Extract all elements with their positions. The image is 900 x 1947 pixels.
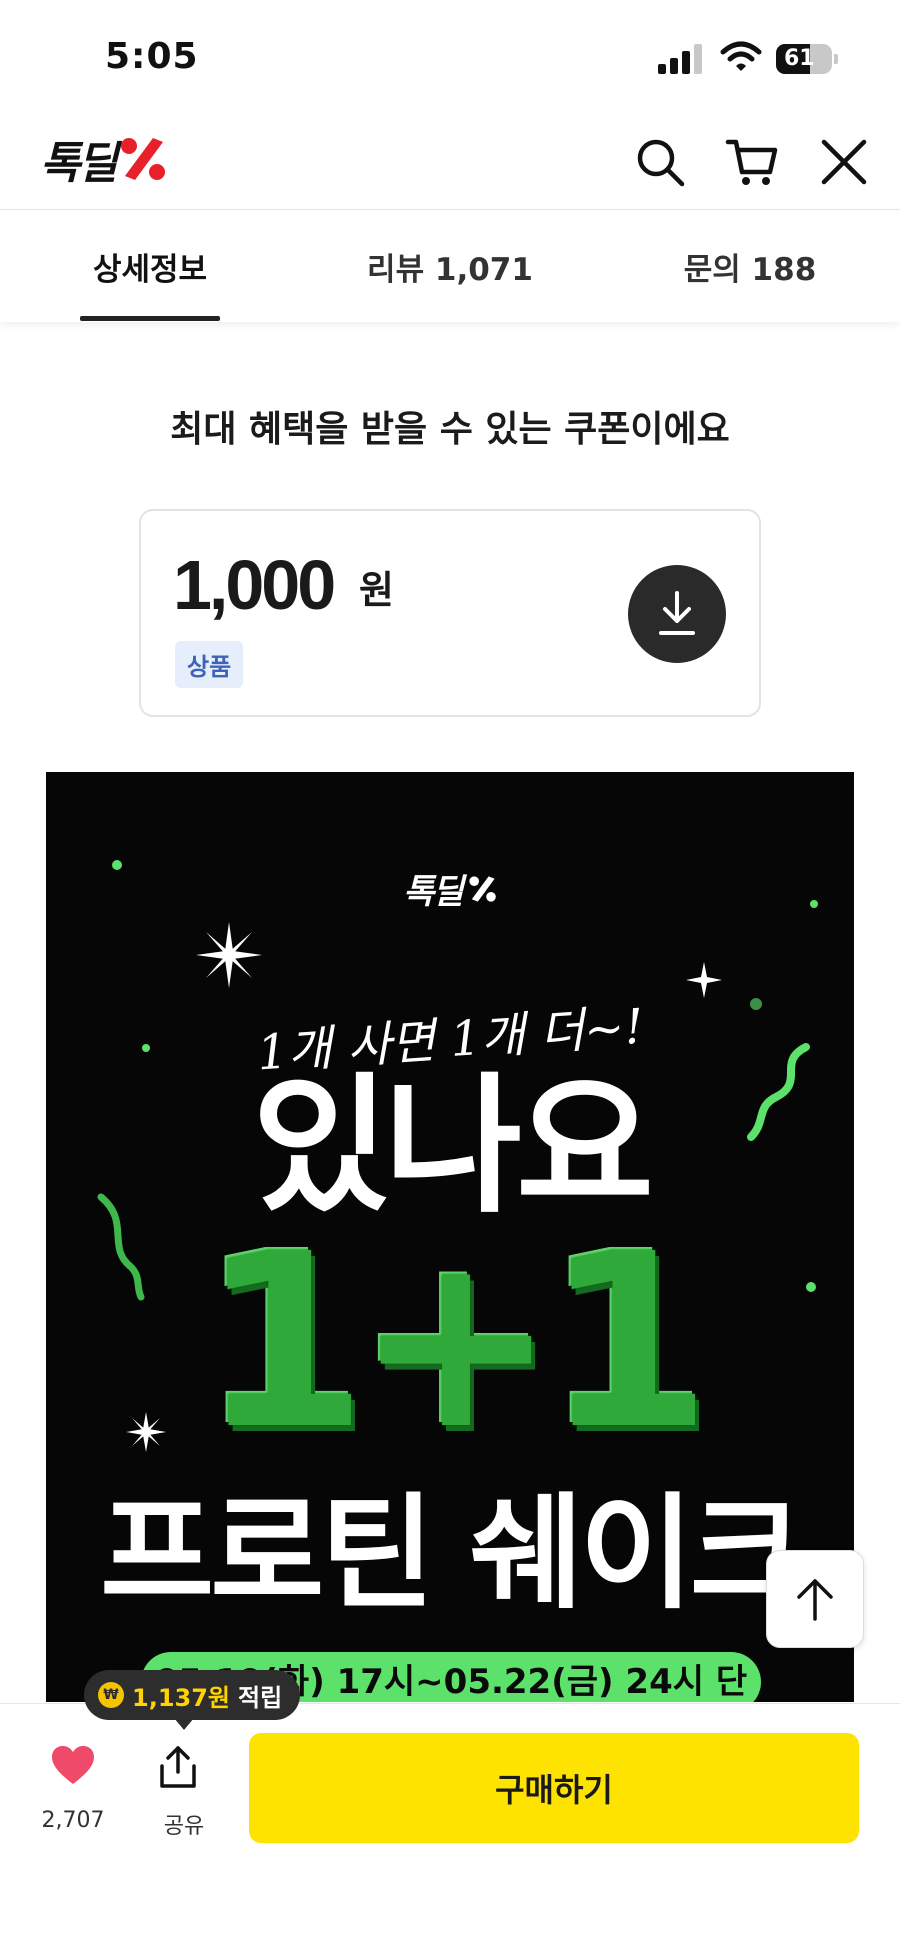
won-coin-icon: ₩ — [98, 1682, 124, 1708]
share-button[interactable] — [156, 1744, 212, 1794]
close-icon[interactable] — [816, 134, 872, 190]
cart-icon[interactable] — [724, 134, 780, 190]
percent-logo-icon — [469, 876, 496, 902]
share-label: 공유 — [163, 1814, 205, 1839]
coupon-download-button[interactable] — [628, 565, 726, 663]
buy-button[interactable]: 구매하기 — [249, 1733, 859, 1843]
promo-logo-text: 톡딜 — [403, 872, 464, 912]
promo-one-plus-one: 1+1 — [200, 1202, 711, 1482]
status-bar: 5:05 61 — [0, 0, 900, 110]
percent-logo-icon — [120, 138, 165, 180]
scroll-top-button[interactable] — [766, 1550, 864, 1648]
points-amount: 1,137원 — [132, 1683, 230, 1712]
active-tab-indicator — [80, 316, 220, 321]
coupon-unit: 원 — [359, 568, 394, 612]
promo-logo: 톡딜 — [46, 864, 854, 913]
coupon-amount: 1,000 — [173, 546, 336, 624]
points-tooltip: ₩ 1,137원 적립 — [84, 1670, 301, 1720]
battery-icon: 61 — [776, 44, 838, 74]
tab-details[interactable]: 상세정보 — [60, 210, 240, 322]
product-tabs: 상세정보 리뷰 1,071 문의 188 — [0, 210, 900, 322]
points-label: 적립 — [238, 1683, 283, 1712]
promo-product-name: 프로틴 쉐이크 — [100, 1482, 804, 1626]
status-time: 5:05 — [105, 36, 199, 77]
coupon-heading: 최대 혜택을 받을 수 있는 쿠폰이에요 — [170, 409, 730, 450]
download-icon — [659, 591, 695, 635]
like-count: 2,707 — [41, 1808, 105, 1833]
coupon-type-badge: 상품 — [175, 641, 244, 688]
points-tooltip-tail — [174, 1718, 194, 1730]
promo-title: 있나요 — [251, 1060, 654, 1234]
coupon-card[interactable]: 1,000 원 상품 — [139, 509, 761, 717]
sparkle-icon — [196, 922, 262, 988]
app-header: 톡딜 — [0, 110, 900, 210]
bottom-action-bar: 2,707 공유 구매하기 — [0, 1703, 900, 1947]
arrow-up-icon — [797, 1579, 833, 1621]
search-icon[interactable] — [632, 134, 688, 190]
signal-icon — [658, 44, 702, 74]
heart-icon — [52, 1746, 94, 1784]
tab-reviews[interactable]: 리뷰 1,071 — [340, 210, 560, 322]
share-icon — [160, 1746, 196, 1788]
promo-banner: 톡딜 1개 사면 1개 더~! 있나요 1+1 프로틴 쉐이크 05.19(화)… — [46, 772, 854, 1702]
wifi-icon — [720, 41, 762, 71]
tab-qna[interactable]: 문의 188 — [650, 210, 850, 322]
like-button[interactable] — [40, 1744, 106, 1790]
battery-level: 61 — [784, 46, 815, 71]
logo[interactable]: 톡딜 — [40, 134, 167, 189]
logo-text: 톡딜 — [40, 138, 118, 189]
